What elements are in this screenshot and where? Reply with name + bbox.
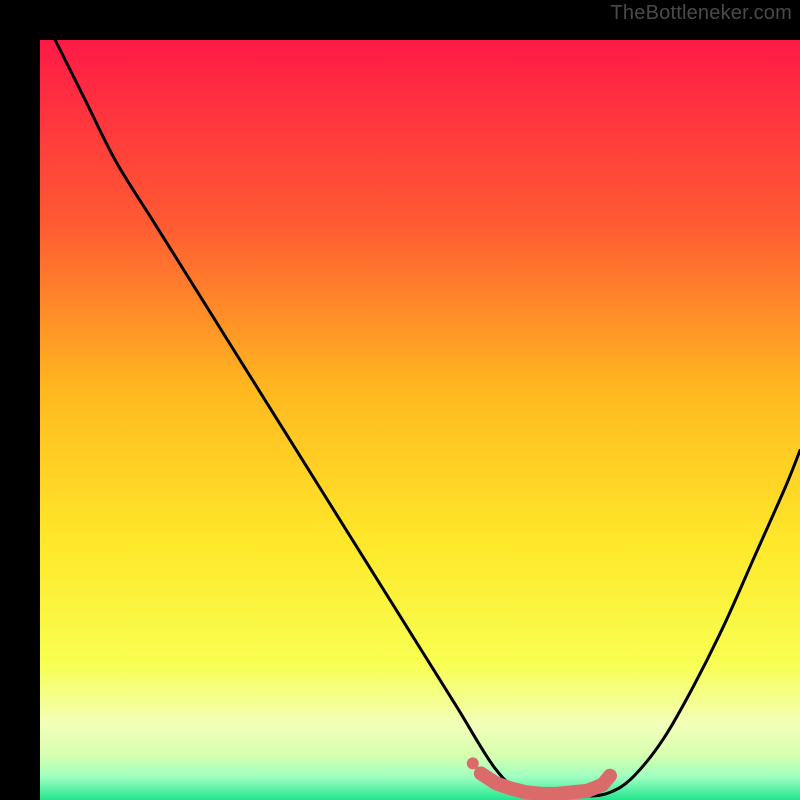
heat-gradient <box>40 40 800 800</box>
chart-frame <box>20 20 780 780</box>
watermark-text: TheBottleneker.com <box>611 2 792 25</box>
plot-area <box>40 40 800 800</box>
